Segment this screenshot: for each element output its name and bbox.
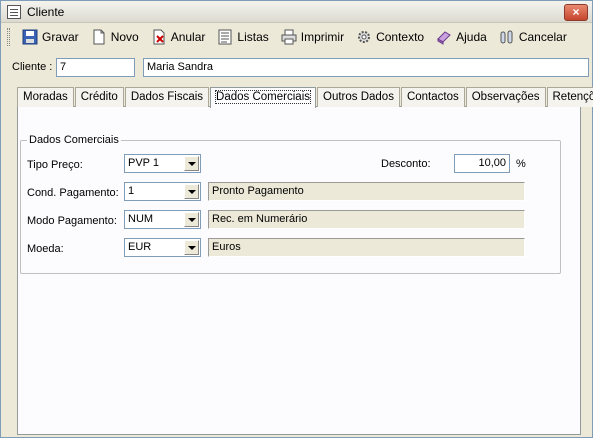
toolbar: Gravar Novo Anular Listas Imprimir Conte… <box>7 26 571 48</box>
cancel-document-icon <box>151 29 167 45</box>
tab-credito-label: Crédito <box>80 91 118 103</box>
cancel-button[interactable]: Cancelar <box>495 27 571 47</box>
tab-strip: Moradas Crédito Dados Fiscais Dados Come… <box>17 87 593 108</box>
group-title: Dados Comerciais <box>27 134 121 146</box>
help-button[interactable]: Ajuda <box>432 27 491 47</box>
payment-cond-value: 1 <box>128 185 135 197</box>
toolbar-grip[interactable] <box>7 28 10 46</box>
tab-retencoes-label: Retenções <box>552 91 593 103</box>
lists-label: Listas <box>237 30 269 44</box>
tab-moradas[interactable]: Moradas <box>17 87 74 107</box>
cancel-icon <box>499 29 515 45</box>
form-icon <box>7 5 21 19</box>
cancel-label: Cancelar <box>518 30 567 44</box>
window-title: Cliente <box>27 5 65 19</box>
tab-dados-comerciais-label: Dados Comerciais <box>215 90 311 104</box>
gear-icon <box>356 29 372 45</box>
context-button[interactable]: Contexto <box>352 27 428 47</box>
payment-mode-label: Modo Pagamento: <box>27 215 117 227</box>
tab-dados-fiscais[interactable]: Dados Fiscais <box>124 87 210 107</box>
context-label: Contexto <box>376 30 425 44</box>
currency-select[interactable]: EUR <box>124 238 201 257</box>
close-button[interactable]: × <box>564 4 588 21</box>
tab-moradas-label: Moradas <box>23 91 68 103</box>
currency-value: EUR <box>128 241 152 253</box>
tab-outros-dados-label: Outros Dados <box>323 91 394 103</box>
tab-observacoes[interactable]: Observações <box>465 87 546 107</box>
payment-mode-value: NUM <box>128 213 154 225</box>
tab-dados-comerciais[interactable]: Dados Comerciais <box>210 87 316 108</box>
price-type-value: PVP 1 <box>128 157 159 169</box>
payment-cond-label: Cond. Pagamento: <box>27 187 119 199</box>
chevron-down-icon[interactable] <box>184 184 199 199</box>
client-code-field[interactable]: 7 <box>56 58 135 77</box>
printer-icon <box>281 29 297 45</box>
client-name-field[interactable]: Maria Sandra <box>143 58 589 77</box>
floppy-disk-icon <box>22 29 38 45</box>
tab-dados-fiscais-label: Dados Fiscais <box>130 91 204 103</box>
price-type-label: Tipo Preço: <box>27 159 83 171</box>
new-label: Novo <box>110 30 139 44</box>
payment-cond-select[interactable]: 1 <box>124 182 201 201</box>
discount-label: Desconto: <box>381 158 431 170</box>
help-label: Ajuda <box>456 30 487 44</box>
discount-field[interactable]: 10,00 <box>454 154 510 173</box>
print-button[interactable]: Imprimir <box>277 27 348 47</box>
chevron-down-icon[interactable] <box>184 240 199 255</box>
tab-observacoes-label: Observações <box>471 91 540 103</box>
save-button[interactable]: Gravar <box>18 27 83 47</box>
discount-unit: % <box>516 158 526 170</box>
chevron-down-icon[interactable] <box>184 156 199 171</box>
client-label: Cliente : <box>12 61 53 73</box>
new-button[interactable]: Novo <box>87 27 143 47</box>
lists-button[interactable]: Listas <box>213 27 272 47</box>
tab-contactos-label: Contactos <box>406 91 459 103</box>
payment-mode-select[interactable]: NUM <box>124 210 201 229</box>
help-book-icon <box>436 29 452 45</box>
tab-retencoes[interactable]: Retenções <box>546 87 593 107</box>
tab-contactos[interactable]: Contactos <box>400 87 465 107</box>
save-label: Gravar <box>42 30 79 44</box>
payment-cond-description: Pronto Pagamento <box>208 182 525 201</box>
cancel-document-button[interactable]: Anular <box>147 27 210 47</box>
new-document-icon <box>91 29 107 45</box>
tab-outros-dados[interactable]: Outros Dados <box>317 87 400 107</box>
currency-label: Moeda: <box>27 243 64 255</box>
title-bar[interactable]: Cliente × <box>1 1 592 23</box>
client-window: Cliente × Gravar Novo Anular Listas Impr… <box>0 0 593 438</box>
payment-mode-description: Rec. em Numerário <box>208 210 525 229</box>
print-label: Imprimir <box>300 30 345 44</box>
cancel-document-label: Anular <box>170 30 206 44</box>
price-type-select[interactable]: PVP 1 <box>124 154 201 173</box>
tab-credito[interactable]: Crédito <box>74 87 124 107</box>
list-icon <box>217 29 233 45</box>
currency-description: Euros <box>208 238 525 257</box>
chevron-down-icon[interactable] <box>184 212 199 227</box>
